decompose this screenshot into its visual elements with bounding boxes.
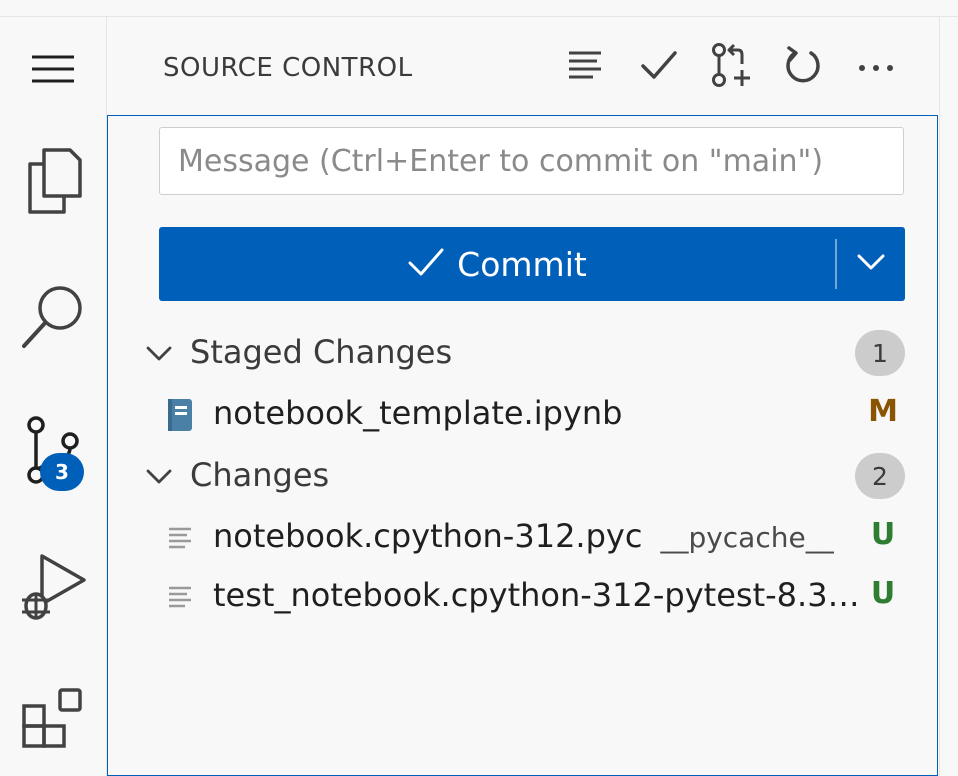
commit-message-input[interactable] — [159, 127, 904, 195]
staged-changes-group-header[interactable]: Staged Changes 1 — [108, 323, 937, 383]
changes-file-row[interactable]: notebook.cpython-312.pyc __pycache__ U — [108, 509, 937, 567]
changes-label: Changes — [190, 456, 330, 494]
hamburger-icon — [30, 54, 76, 84]
activity-item-search[interactable] — [0, 279, 106, 355]
pull-request-icon — [710, 42, 754, 92]
refresh-icon — [783, 45, 823, 89]
file-lines-icon — [164, 521, 196, 555]
refresh-button[interactable] — [778, 45, 828, 89]
activity-item-menu[interactable] — [0, 47, 106, 91]
file-folder-description: __pycache__ — [660, 521, 834, 554]
staged-file-row[interactable]: notebook_template.ipynb M — [108, 386, 937, 444]
staged-changes-count-badge: 1 — [855, 330, 905, 376]
activity-item-run-and-debug[interactable] — [0, 547, 106, 627]
file-name: test_notebook.cpython-312-pytest-8.3.... — [213, 576, 865, 614]
panel-title: SOURCE CONTROL — [163, 53, 413, 83]
commit-button-label: Commit — [457, 244, 587, 284]
commit-header-button[interactable] — [634, 45, 684, 89]
file-status-untracked: U — [870, 576, 896, 611]
list-icon — [567, 50, 603, 84]
title-strip — [0, 0, 958, 17]
staged-changes-label: Staged Changes — [190, 333, 453, 371]
file-status-untracked: U — [870, 517, 896, 552]
more-actions-button[interactable] — [851, 45, 901, 89]
source-control-view: Commit Staged Changes 1 — [107, 115, 938, 776]
extensions-icon — [18, 684, 88, 754]
chevron-down-icon — [144, 462, 174, 492]
check-icon — [407, 246, 445, 282]
run-debug-icon — [18, 550, 88, 624]
vscode-window: 3 SOURCE CONTROL Message (Ctrl+Enter to … — [0, 0, 958, 776]
panel-edge — [939, 17, 940, 776]
check-icon — [640, 49, 678, 85]
activity-item-extensions[interactable] — [0, 679, 106, 759]
chevron-down-icon — [856, 253, 886, 275]
source-control-badge: 3 — [40, 453, 84, 491]
ellipsis-icon — [858, 58, 894, 77]
commit-options-dropdown[interactable] — [837, 227, 905, 301]
commit-button[interactable]: Commit — [159, 227, 835, 301]
chevron-down-icon — [144, 339, 174, 369]
file-lines-icon — [164, 580, 196, 614]
search-icon — [20, 282, 86, 352]
files-icon — [22, 146, 84, 216]
changes-file-row[interactable]: test_notebook.cpython-312-pytest-8.3....… — [108, 568, 937, 626]
panel-header: SOURCE CONTROL — [107, 17, 939, 115]
create-pull-request-button[interactable] — [707, 42, 757, 92]
notebook-icon — [164, 398, 196, 432]
file-name: notebook.cpython-312.pyc __pycache__ — [213, 517, 834, 555]
changes-count-badge: 2 — [855, 453, 905, 499]
file-name: notebook_template.ipynb — [213, 394, 623, 432]
activity-item-explorer[interactable] — [0, 143, 106, 219]
commit-button-group: Commit — [159, 227, 905, 301]
activity-bar — [0, 17, 107, 776]
changes-group-header[interactable]: Changes 2 — [108, 446, 937, 506]
view-as-tree-button[interactable] — [560, 45, 610, 89]
file-status-modified: M — [868, 394, 898, 429]
